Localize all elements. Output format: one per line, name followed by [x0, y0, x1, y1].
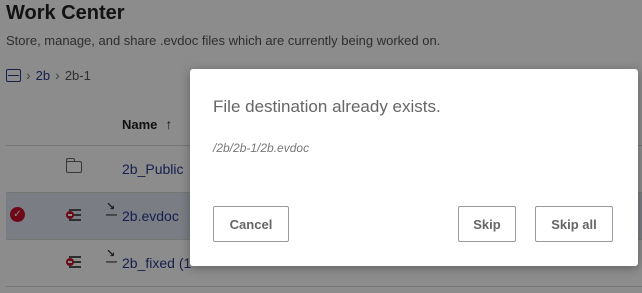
- skip-all-button[interactable]: Skip all: [535, 206, 613, 242]
- cancel-button[interactable]: Cancel: [213, 206, 289, 242]
- file-exists-dialog: File destination already exists. /2b/2b-…: [190, 69, 638, 266]
- file-path: /2b/2b-1/2b.evdoc: [213, 141, 310, 155]
- skip-button[interactable]: Skip: [458, 206, 516, 242]
- dialog-title: File destination already exists.: [213, 97, 441, 116]
